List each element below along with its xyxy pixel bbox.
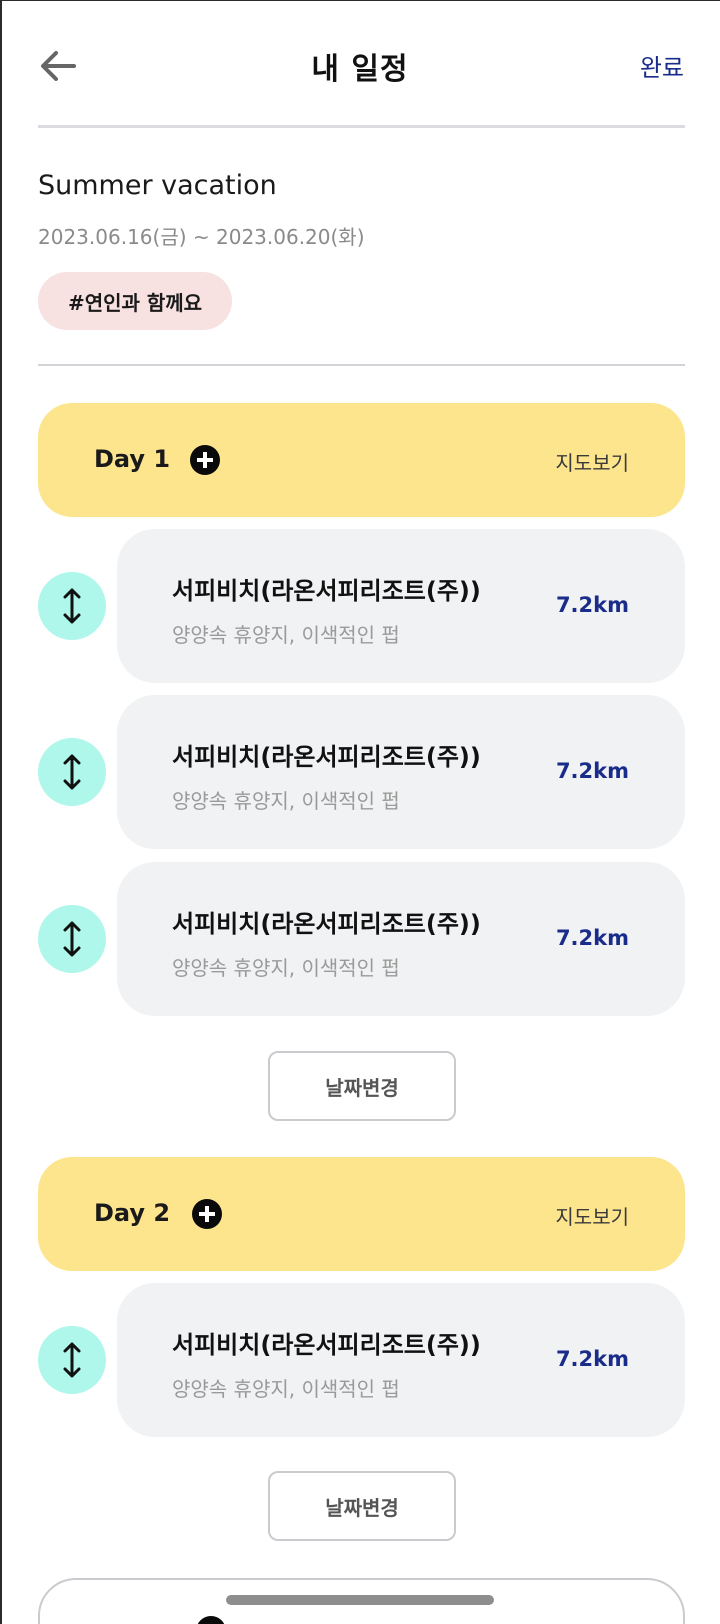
home-indicator[interactable] — [226, 1595, 494, 1605]
add-place-icon[interactable] — [190, 445, 220, 475]
place-card[interactable]: 서피비치(라온서피리조트(주)) 양양속 휴양지, 이색적인 펍 7.2km — [117, 862, 685, 1016]
place-distance: 7.2km — [555, 1347, 629, 1371]
place-distance: 7.2km — [555, 593, 629, 617]
place-card[interactable]: 서피비치(라온서피리조트(주)) 양양속 휴양지, 이색적인 펍 7.2km — [117, 1283, 685, 1437]
done-button[interactable]: 완료 — [640, 48, 684, 83]
change-date-button[interactable]: 날짜변경 — [268, 1051, 456, 1121]
place-description: 양양속 휴양지, 이색적인 펍 — [172, 623, 400, 647]
trip-tag[interactable]: #연인과 함께요 — [38, 272, 232, 330]
day-label: Day 1 — [94, 445, 171, 473]
page-title: 내 일정 — [311, 52, 409, 87]
place-card[interactable]: 서피비치(라온서피리조트(주)) 양양속 휴양지, 이색적인 펍 7.2km — [117, 529, 685, 683]
vertical-arrows-icon — [63, 921, 81, 957]
day-header-2: Day 2 지도보기 — [38, 1157, 685, 1271]
vertical-arrows-icon — [63, 754, 81, 790]
drag-handle[interactable] — [38, 905, 106, 973]
place-description: 양양속 휴양지, 이색적인 펍 — [172, 789, 400, 813]
header-divider — [38, 125, 685, 128]
trip-title: Summer vacation — [38, 170, 277, 201]
add-place-icon[interactable] — [192, 1199, 222, 1229]
day-header-1: Day 1 지도보기 — [38, 403, 685, 517]
top-app-bar: 내 일정 완료 — [0, 0, 720, 128]
drag-handle[interactable] — [38, 572, 106, 640]
place-distance: 7.2km — [555, 926, 629, 950]
place-name: 서피비치(라온서피리조트(주)) — [172, 1331, 481, 1359]
view-map-link[interactable]: 지도보기 — [555, 447, 629, 476]
section-divider — [38, 364, 685, 366]
view-map-link[interactable]: 지도보기 — [555, 1201, 629, 1230]
drag-handle[interactable] — [38, 1326, 106, 1394]
add-place-icon[interactable] — [196, 1616, 226, 1624]
day-label: Day 2 — [94, 1199, 171, 1227]
vertical-arrows-icon — [63, 588, 81, 624]
place-name: 서피비치(라온서피리조트(주)) — [172, 577, 481, 605]
drag-handle[interactable] — [38, 738, 106, 806]
place-description: 양양속 휴양지, 이색적인 펍 — [172, 956, 400, 980]
change-date-button[interactable]: 날짜변경 — [268, 1471, 456, 1541]
place-description: 양양속 휴양지, 이색적인 펍 — [172, 1377, 400, 1401]
trip-dates: 2023.06.16(금) ~ 2023.06.20(화) — [38, 225, 365, 249]
vertical-arrows-icon — [63, 1342, 81, 1378]
place-distance: 7.2km — [555, 759, 629, 783]
place-name: 서피비치(라온서피리조트(주)) — [172, 910, 481, 938]
place-card[interactable]: 서피비치(라온서피리조트(주)) 양양속 휴양지, 이색적인 펍 7.2km — [117, 695, 685, 849]
place-name: 서피비치(라온서피리조트(주)) — [172, 743, 481, 771]
